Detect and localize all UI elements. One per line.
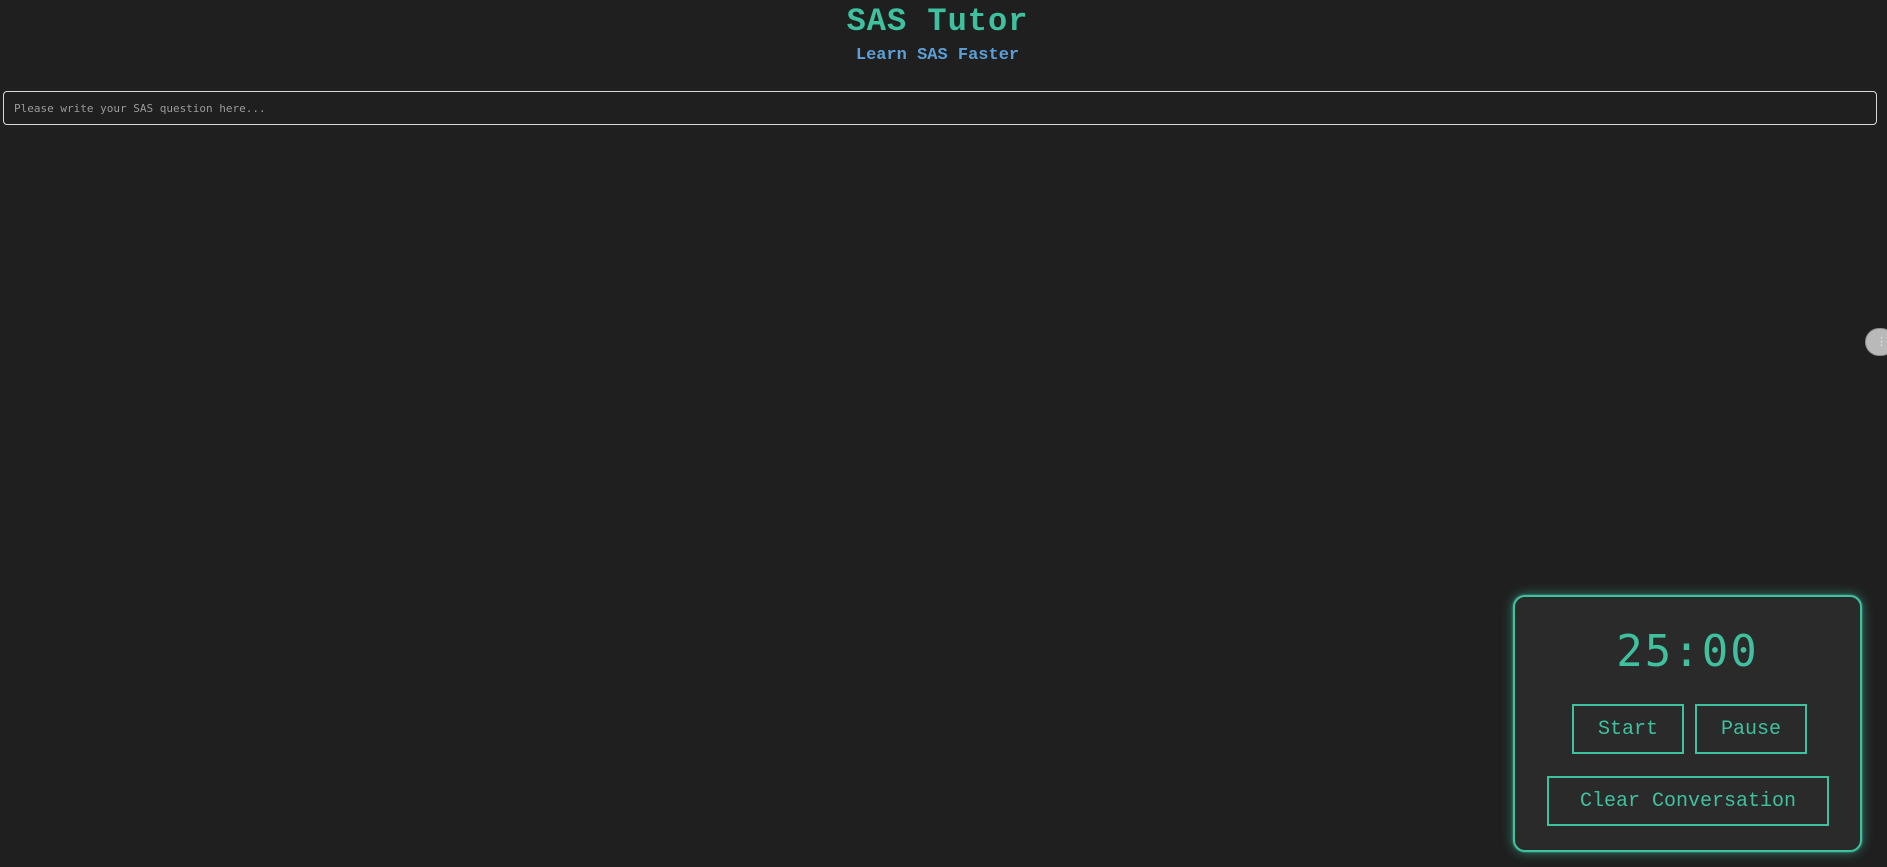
start-button[interactable]: Start xyxy=(1572,704,1684,754)
drag-handle-icon: ⋮⋮ xyxy=(1876,335,1887,348)
timer-display: 25:00 xyxy=(1616,626,1759,677)
page-header: SAS Tutor Learn SAS Faster xyxy=(0,0,1875,66)
pause-button[interactable]: Pause xyxy=(1695,704,1807,754)
pomodoro-timer-panel: 25:00 Start Pause Clear Conversation xyxy=(1513,595,1862,852)
page-title: SAS Tutor xyxy=(846,3,1029,40)
clear-conversation-button[interactable]: Clear Conversation xyxy=(1547,776,1829,826)
side-panel-toggle[interactable]: ⋮⋮ xyxy=(1865,328,1887,356)
question-input[interactable] xyxy=(3,91,1877,125)
page-subtitle: Learn SAS Faster xyxy=(855,46,1020,65)
